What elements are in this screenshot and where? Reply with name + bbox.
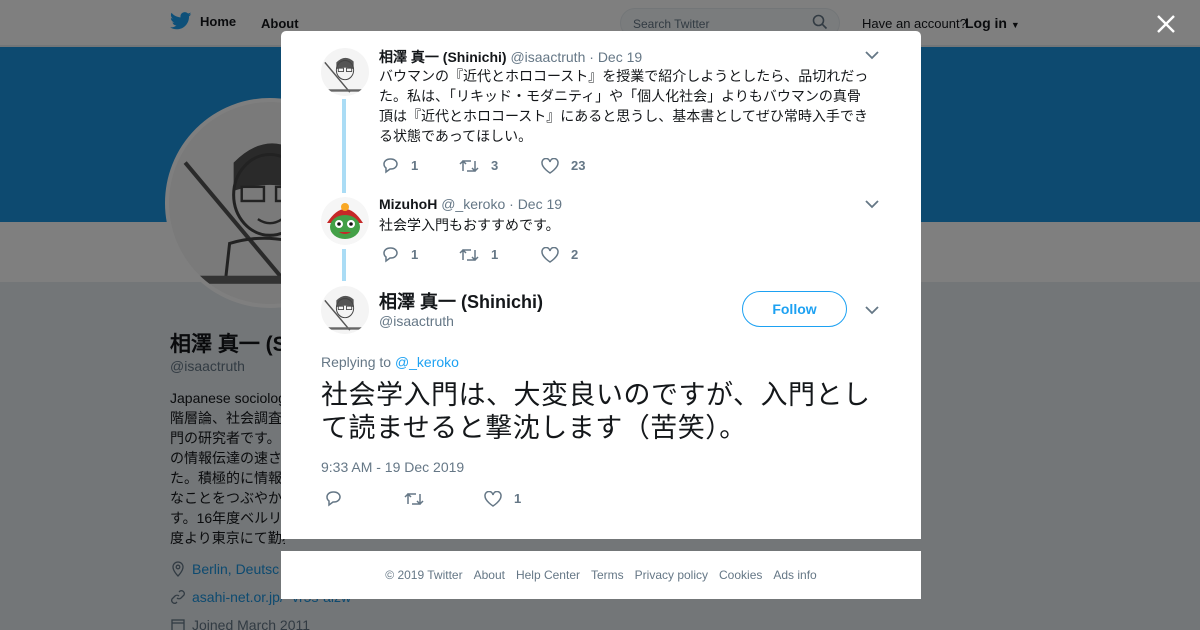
chevron-down-icon[interactable] (865, 305, 879, 315)
avatar-drawing (321, 197, 369, 245)
author-handle[interactable]: @isaactruth (379, 313, 454, 329)
tweet-header: 相澤 真一 (Shinichi) @isaactruth · Dec 19 (379, 47, 642, 67)
chevron-down-icon[interactable] (865, 50, 879, 60)
close-icon[interactable] (1153, 11, 1179, 37)
tweet-text-line: 頂は『近代とホロコースト』にあると思うし、基本書としてぜひ常時入手でき (379, 108, 868, 124)
retweet-button[interactable]: 3 (459, 158, 541, 174)
tweet-text-line: 社会学入門もおすすめです。 (379, 217, 560, 233)
author-handle[interactable]: @isaactruth (510, 49, 585, 65)
replying-to-link[interactable]: @_keroko (395, 354, 459, 370)
tweet-date[interactable]: · Dec 19 (589, 49, 642, 65)
footer-link-cookies[interactable]: Cookies (719, 568, 762, 582)
tweet-actions: 1 3 23 (381, 157, 585, 174)
thread-connector (342, 99, 346, 193)
heart-icon (484, 490, 502, 507)
replying-prefix: Replying to (321, 354, 392, 370)
main-tweet-text: 社会学入門は、大変良いのですが、入門とし て読ませると撃沈します（苦笑）。 (321, 379, 881, 445)
tweet-text: バウマンの『近代とホロコースト』を授業で紹介しようとしたら、品切れだっ た。私は… (379, 66, 879, 146)
footer-link-terms[interactable]: Terms (591, 568, 624, 582)
footer-link-help-center[interactable]: Help Center (516, 568, 580, 582)
footer-copyright: © 2019 Twitter (385, 568, 463, 582)
like-count: 1 (514, 491, 522, 506)
replying-to: Replying to @_keroko (321, 354, 459, 370)
reply-count: 1 (411, 247, 419, 262)
thread-connector (342, 249, 346, 281)
retweet-button[interactable]: 1 (459, 247, 541, 263)
tweet-text-line: て読ませると撃沈します（苦笑）。 (321, 413, 747, 443)
reply-button[interactable]: 1 (381, 246, 459, 263)
tweet-text-line: 社会学入門は、大変良いのですが、入門とし (321, 380, 871, 410)
tweet-timestamp[interactable]: 9:33 AM - 19 Dec 2019 (321, 459, 464, 475)
retweet-icon (459, 248, 479, 261)
retweet-count: 3 (491, 158, 499, 173)
author-name[interactable]: 相澤 真一 (Shinichi) (379, 288, 543, 314)
footer-link-ads-info[interactable]: Ads info (773, 568, 816, 582)
tweet-header: MizuhoH @_keroko · Dec 19 (379, 196, 562, 212)
reply-count: 1 (411, 158, 419, 173)
author-handle[interactable]: @_keroko (441, 196, 505, 212)
like-count: 2 (571, 247, 579, 262)
avatar[interactable] (321, 48, 369, 96)
footer-link-privacy-policy[interactable]: Privacy policy (635, 568, 708, 582)
avatar-drawing (321, 286, 369, 334)
like-button[interactable]: 1 (484, 490, 522, 507)
tweet-text-line: る状態であってほしい。 (379, 128, 533, 144)
avatar-drawing (321, 48, 369, 96)
reply-icon (326, 491, 341, 507)
reply-icon (383, 158, 398, 174)
author-name[interactable]: 相澤 真一 (Shinichi) (379, 49, 507, 65)
like-button[interactable]: 2 (541, 246, 579, 263)
tweet-date[interactable]: · Dec 19 (509, 196, 562, 212)
footer-link-about[interactable]: About (474, 568, 505, 582)
like-count: 23 (571, 158, 586, 173)
heart-icon (541, 246, 559, 263)
tweet-text-line: た。私は、「リキッド・モダニティ」や「個人化社会」よりもバウマンの真骨 (379, 88, 861, 104)
footer: © 2019 Twitter About Help Center Terms P… (281, 551, 921, 599)
retweet-button[interactable] (404, 491, 484, 507)
retweet-icon (459, 159, 479, 172)
author-name[interactable]: MizuhoH (379, 196, 437, 212)
tweet-actions: 1 (324, 490, 521, 507)
reply-button[interactable]: 1 (381, 157, 459, 174)
tweet-text-line: バウマンの『近代とホロコースト』を授業で紹介しようとしたら、品切れだっ (379, 68, 869, 84)
avatar[interactable] (321, 197, 369, 245)
heart-icon (541, 157, 559, 174)
follow-button[interactable]: Follow (742, 291, 847, 327)
retweet-icon (404, 492, 424, 505)
avatar[interactable] (321, 286, 369, 334)
tweet-actions: 1 1 2 (381, 246, 578, 263)
retweet-count: 1 (491, 247, 499, 262)
like-button[interactable]: 23 (541, 157, 586, 174)
reply-icon (383, 247, 398, 263)
tweet-modal: 相澤 真一 (Shinichi) @isaactruth · Dec 19 バウ… (281, 31, 921, 539)
chevron-down-icon[interactable] (865, 199, 879, 209)
reply-button[interactable] (324, 490, 404, 507)
tweet-text: 社会学入門もおすすめです。 (379, 215, 879, 235)
